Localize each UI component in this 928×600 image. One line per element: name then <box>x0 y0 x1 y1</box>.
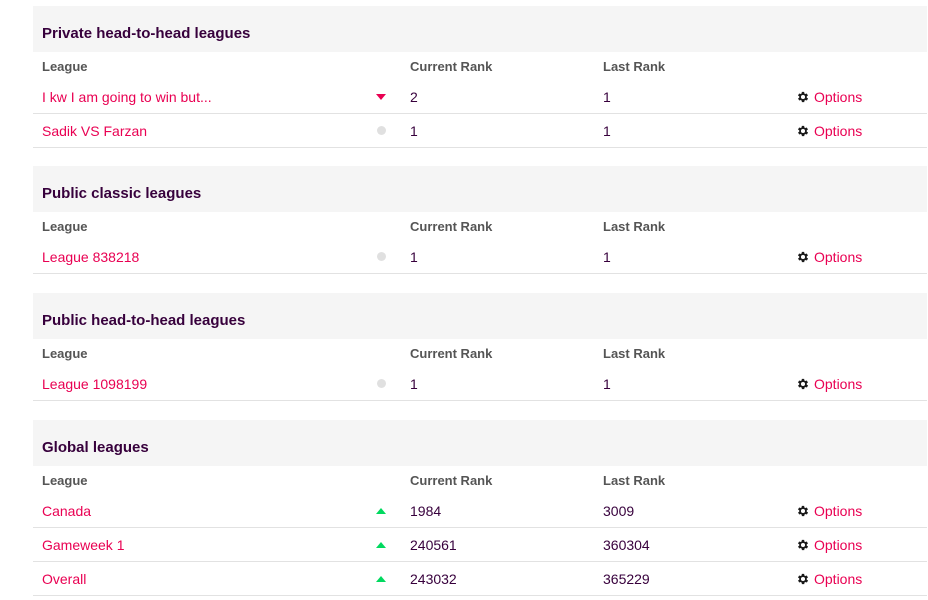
league-link[interactable]: Gameweek 1 <box>42 537 124 553</box>
gear-icon <box>797 539 809 550</box>
section-header: Private head-to-head leagues <box>33 6 927 52</box>
league-link[interactable]: League 838218 <box>42 249 139 265</box>
col-league: League <box>42 345 88 361</box>
options-button[interactable]: Options <box>796 503 862 519</box>
last-rank: 1 <box>603 375 611 392</box>
triangle-up-icon <box>376 575 386 582</box>
section-public-h2h: Public head-to-head leagues League Curre… <box>33 293 927 401</box>
gear-icon <box>797 91 809 102</box>
league-link[interactable]: Overall <box>42 571 86 587</box>
triangle-up-icon <box>376 541 386 548</box>
options-button[interactable]: Options <box>796 571 862 587</box>
table-row: I kw I am going to win but... 2 1 Option… <box>33 80 927 114</box>
current-rank: 1 <box>410 248 418 265</box>
dot-icon <box>376 379 386 388</box>
options-label: Options <box>814 122 863 139</box>
current-rank: 1 <box>410 375 418 392</box>
table-row: Canada 1984 3009 Options <box>33 494 927 528</box>
last-rank: 1 <box>603 248 611 265</box>
options-label: Options <box>814 375 863 392</box>
section-header: Global leagues <box>33 420 927 466</box>
col-last-rank: Last Rank <box>603 472 666 488</box>
col-last-rank: Last Rank <box>603 345 666 361</box>
options-button[interactable]: Options <box>796 376 862 392</box>
dot-icon <box>376 126 386 135</box>
table-row: Sadik VS Farzan 1 1 Options <box>33 114 927 148</box>
current-rank: 240561 <box>410 536 457 553</box>
dot-icon <box>376 252 386 261</box>
section-public-classic: Public classic leagues League Current Ra… <box>33 166 927 274</box>
triangle-down-icon <box>376 93 386 100</box>
options-button[interactable]: Options <box>796 537 862 553</box>
options-label: Options <box>814 570 863 587</box>
col-current-rank: Current Rank <box>410 345 493 361</box>
options-label: Options <box>814 88 863 105</box>
col-last-rank: Last Rank <box>603 58 666 74</box>
last-rank: 1 <box>603 88 611 105</box>
col-league: League <box>42 58 88 74</box>
current-rank: 1 <box>410 122 418 139</box>
league-link[interactable]: I kw I am going to win but... <box>42 89 212 105</box>
current-rank: 1984 <box>410 502 442 519</box>
column-headers: League Current Rank Last Rank <box>33 52 927 80</box>
col-current-rank: Current Rank <box>410 472 493 488</box>
table-row: Overall 243032 365229 Options <box>33 562 927 596</box>
section-title: Public classic leagues <box>42 184 202 202</box>
section-header: Public head-to-head leagues <box>33 293 927 339</box>
current-rank: 243032 <box>410 570 457 587</box>
table-row: League 1098199 1 1 Options <box>33 367 927 401</box>
last-rank: 365229 <box>603 570 650 587</box>
league-link[interactable]: Canada <box>42 503 91 519</box>
table-row: League 838218 1 1 Options <box>33 240 927 274</box>
triangle-up-icon <box>376 507 386 514</box>
leagues-page: Private head-to-head leagues League Curr… <box>0 0 928 600</box>
col-league: League <box>42 218 88 234</box>
last-rank: 3009 <box>603 502 635 519</box>
options-label: Options <box>814 502 863 519</box>
options-label: Options <box>814 536 863 553</box>
table-row: Gameweek 1 240561 360304 Options <box>33 528 927 562</box>
section-private-h2h: Private head-to-head leagues League Curr… <box>33 6 927 148</box>
current-rank: 2 <box>410 88 418 105</box>
col-current-rank: Current Rank <box>410 218 493 234</box>
gear-icon <box>797 378 809 389</box>
section-global: Global leagues League Current Rank Last … <box>33 420 927 596</box>
col-league: League <box>42 472 88 488</box>
league-link[interactable]: Sadik VS Farzan <box>42 123 147 139</box>
column-headers: League Current Rank Last Rank <box>33 339 927 367</box>
options-label: Options <box>814 248 863 265</box>
gear-icon <box>797 125 809 136</box>
options-button[interactable]: Options <box>796 123 862 139</box>
gear-icon <box>797 251 809 262</box>
col-current-rank: Current Rank <box>410 58 493 74</box>
col-last-rank: Last Rank <box>603 218 666 234</box>
column-headers: League Current Rank Last Rank <box>33 466 927 494</box>
options-button[interactable]: Options <box>796 89 862 105</box>
column-headers: League Current Rank Last Rank <box>33 212 927 240</box>
section-title: Global leagues <box>42 438 149 456</box>
options-button[interactable]: Options <box>796 249 862 265</box>
league-link[interactable]: League 1098199 <box>42 376 147 392</box>
section-header: Public classic leagues <box>33 166 927 212</box>
gear-icon <box>797 573 809 584</box>
gear-icon <box>797 505 809 516</box>
section-title: Public head-to-head leagues <box>42 311 246 329</box>
section-title: Private head-to-head leagues <box>42 24 251 42</box>
last-rank: 1 <box>603 122 611 139</box>
last-rank: 360304 <box>603 536 650 553</box>
